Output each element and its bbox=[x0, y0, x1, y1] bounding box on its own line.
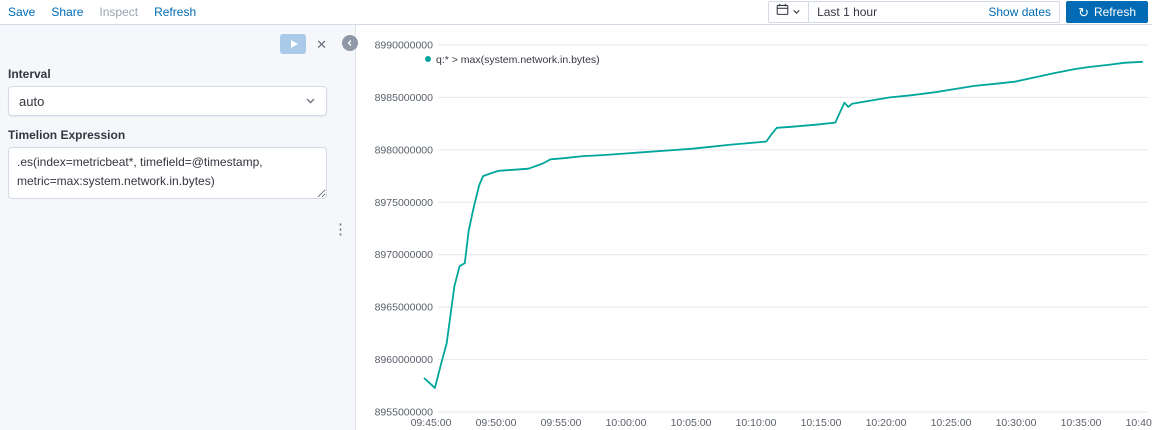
refresh-button[interactable]: ↻ Refresh bbox=[1066, 1, 1148, 23]
y-axis-tick-label: 8975000000 bbox=[375, 197, 434, 209]
refresh-button-label: Refresh bbox=[1093, 5, 1136, 19]
menu-item-inspect[interactable]: Inspect bbox=[99, 5, 138, 19]
interval-value: auto bbox=[19, 93, 45, 109]
y-axis-tick-label: 8970000000 bbox=[375, 249, 434, 261]
y-axis-tick-label: 8980000000 bbox=[375, 144, 434, 156]
refresh-icon: ↻ bbox=[1078, 4, 1089, 20]
calendar-icon bbox=[776, 3, 789, 21]
sidebar-header: ✕ bbox=[8, 33, 327, 55]
x-axis-tick-label: 10:05:00 bbox=[671, 417, 712, 429]
interval-select[interactable]: auto bbox=[8, 86, 327, 116]
toolbar-menu: Save Share Inspect Refresh bbox=[8, 5, 196, 19]
chart-legend[interactable]: q:* > max(system.network.in.bytes) bbox=[436, 54, 600, 66]
close-icon[interactable]: ✕ bbox=[316, 38, 327, 51]
x-axis-tick-label: 10:30:00 bbox=[996, 417, 1037, 429]
collapse-panel-button[interactable] bbox=[342, 35, 358, 51]
timelion-expression-input[interactable]: .es(index=metricbeat*, timefield=@timest… bbox=[8, 147, 327, 199]
x-axis-tick-label: 10:25:00 bbox=[931, 417, 972, 429]
x-axis-tick-label: 10:10:00 bbox=[736, 417, 777, 429]
run-expression-button[interactable] bbox=[280, 34, 307, 54]
x-axis-tick-label: 10:20:00 bbox=[866, 417, 907, 429]
x-axis-tick-label: 09:45:00 bbox=[411, 417, 452, 429]
x-axis-tick-label: 09:55:00 bbox=[541, 417, 582, 429]
resize-handle[interactable]: ⋮ bbox=[333, 222, 348, 237]
menu-item-refresh[interactable]: Refresh bbox=[154, 5, 196, 19]
y-axis-tick-label: 8990000000 bbox=[375, 40, 434, 52]
y-axis-tick-label: 8985000000 bbox=[375, 92, 434, 104]
date-picker: Last 1 hour Show dates ↻ Refresh bbox=[768, 1, 1148, 23]
legend-swatch-icon bbox=[425, 56, 431, 62]
top-toolbar: Save Share Inspect Refresh Last 1 hour S… bbox=[0, 0, 1152, 25]
timelion-sidebar: ✕ Interval auto Timelion Expression .es(… bbox=[0, 25, 356, 430]
x-axis-tick-label: 10:15:00 bbox=[801, 417, 842, 429]
quick-select-button[interactable] bbox=[769, 2, 810, 22]
time-range-value[interactable]: Last 1 hour bbox=[809, 5, 980, 19]
x-axis-tick-label: 10:40:00 bbox=[1126, 417, 1152, 429]
expression-label: Timelion Expression bbox=[8, 128, 126, 142]
y-axis-tick-label: 8960000000 bbox=[375, 354, 434, 366]
main-content: ✕ Interval auto Timelion Expression .es(… bbox=[0, 25, 1152, 430]
y-axis-tick-label: 8965000000 bbox=[375, 302, 434, 314]
x-axis-tick-label: 10:00:00 bbox=[606, 417, 647, 429]
menu-item-save[interactable]: Save bbox=[8, 5, 35, 19]
show-dates-button[interactable]: Show dates bbox=[980, 5, 1059, 19]
date-picker-group: Last 1 hour Show dates bbox=[768, 1, 1061, 23]
x-axis-tick-label: 09:50:00 bbox=[476, 417, 517, 429]
menu-item-share[interactable]: Share bbox=[51, 5, 83, 19]
timelion-chart[interactable]: 8990000000 8985000000 8980000000 8975000000… bbox=[356, 25, 1152, 430]
chevron-down-icon bbox=[792, 3, 801, 21]
chart-panel: 8990000000 8985000000 8980000000 8975000000… bbox=[356, 25, 1152, 430]
chevron-down-icon bbox=[305, 94, 316, 109]
x-axis-tick-label: 10:35:00 bbox=[1061, 417, 1102, 429]
series-line bbox=[423, 60, 1143, 389]
interval-label: Interval bbox=[8, 67, 51, 81]
play-icon bbox=[290, 40, 298, 48]
